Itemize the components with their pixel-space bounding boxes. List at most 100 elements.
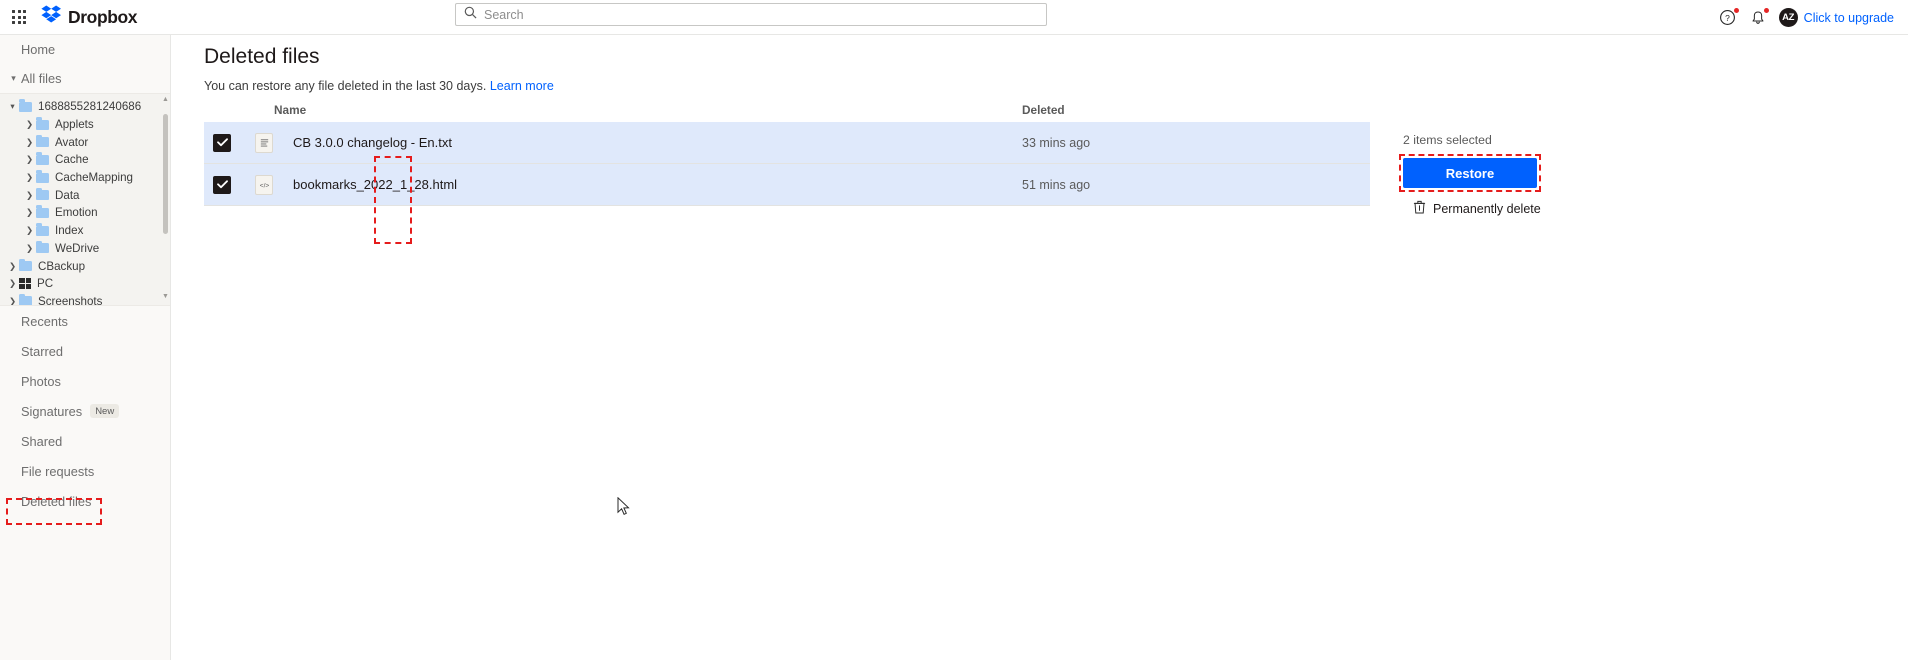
- tree-item-index[interactable]: ❯ Index: [0, 222, 170, 240]
- table-row[interactable]: CB 3.0.0 changelog - En.txt 33 mins ago: [204, 122, 1370, 164]
- dropbox-logo-link[interactable]: Dropbox: [41, 5, 138, 29]
- chevron-right-icon[interactable]: ❯: [23, 119, 36, 130]
- brand-name: Dropbox: [68, 6, 138, 27]
- folder-icon: [36, 187, 49, 201]
- tree-item-data[interactable]: ❯ Data: [0, 186, 170, 204]
- tree-item-label: Applets: [55, 118, 94, 132]
- sidebar-item-label: Shared: [21, 433, 63, 449]
- sidebar-item-home[interactable]: Home: [0, 35, 170, 64]
- tree-item-avator[interactable]: ❯ Avator: [0, 133, 170, 151]
- tree-item-cbackup[interactable]: ❯ CBackup: [0, 257, 170, 275]
- upgrade-link[interactable]: Click to upgrade: [1804, 11, 1894, 25]
- svg-text:</>: </>: [259, 182, 269, 189]
- folder-icon: [36, 240, 49, 254]
- top-header-bar: Dropbox ? AZ Click to upgrade: [0, 0, 1908, 35]
- folder-icon: [36, 152, 49, 165]
- learn-more-link[interactable]: Learn more: [490, 79, 554, 93]
- row-checkbox[interactable]: [213, 133, 231, 152]
- sidebar-item-label: Recents: [21, 313, 68, 329]
- tree-item-wedrive[interactable]: ❯ WeDrive: [0, 240, 170, 258]
- svg-text:?: ?: [1725, 13, 1730, 23]
- tree-item-label: 1688855281240686: [38, 100, 142, 114]
- deleted-timestamp: 51 mins ago: [1022, 177, 1091, 192]
- folder-icon: [36, 117, 49, 130]
- dropbox-glyph-icon: [41, 5, 62, 29]
- sidebar-item-photos[interactable]: Photos: [0, 366, 170, 396]
- sidebar-item-recents[interactable]: Recents: [0, 306, 170, 336]
- deleted-timestamp: 33 mins ago: [1022, 135, 1091, 150]
- folder-icon: [36, 223, 49, 236]
- help-circle-icon[interactable]: ?: [1713, 3, 1743, 33]
- sidebar-item-all-files[interactable]: ▾ All files: [0, 64, 170, 93]
- windows-icon: [19, 278, 31, 290]
- folder-tree: ▾ 1688855281240686 ❯ Applets ❯ Avator ❯ Cache ❯ C…: [0, 93, 170, 306]
- file-name[interactable]: CB 3.0.0 changelog - En.txt: [293, 135, 452, 150]
- scrollbar-thumb[interactable]: [163, 114, 168, 234]
- tree-item-cachemapping[interactable]: ❯ CacheMapping: [0, 169, 170, 187]
- text-file-icon: [255, 132, 273, 153]
- chevron-right-icon[interactable]: ❯: [6, 278, 19, 289]
- chevron-right-icon[interactable]: ❯: [23, 207, 36, 218]
- chevron-right-icon[interactable]: ❯: [6, 296, 19, 305]
- tree-item-screenshots[interactable]: ❯ Screenshots: [0, 293, 170, 306]
- tree-item-label: Cache: [55, 153, 89, 167]
- main-content: Deleted files You can restore any file d…: [171, 35, 1908, 660]
- column-header-name: Name: [274, 102, 307, 117]
- notification-badge-dot: [1763, 7, 1769, 13]
- sidebar-scrollbar[interactable]: ▲ ▼: [162, 96, 169, 300]
- chevron-right-icon[interactable]: ❯: [6, 261, 19, 272]
- tree-item-label: Emotion: [55, 206, 98, 220]
- chevron-right-icon[interactable]: ❯: [23, 154, 36, 165]
- tree-item-1688855281240686[interactable]: ▾ 1688855281240686: [0, 98, 170, 116]
- tree-item-applets[interactable]: ❯ Applets: [0, 116, 170, 134]
- bell-icon[interactable]: [1743, 3, 1773, 33]
- sidebar-item-shared[interactable]: Shared: [0, 426, 170, 456]
- sidebar-item-file-requests[interactable]: File requests: [0, 456, 170, 486]
- grid-apps-icon[interactable]: [9, 7, 29, 27]
- sidebar-item-label: Starred: [21, 343, 63, 359]
- restore-button[interactable]: Restore: [1403, 158, 1537, 188]
- folder-icon: [19, 293, 32, 305]
- tree-item-label: Data: [55, 188, 80, 202]
- tree-item-emotion[interactable]: ❯ Emotion: [0, 204, 170, 222]
- sidebar-item-label: All files: [21, 71, 62, 86]
- chevron-down-icon[interactable]: ▾: [6, 101, 19, 112]
- permanently-delete-label: Permanently delete: [1433, 201, 1541, 216]
- mouse-cursor: [617, 496, 630, 521]
- chevron-right-icon[interactable]: ❯: [23, 225, 36, 236]
- folder-icon: [36, 205, 49, 218]
- tree-item-label: Screenshots: [38, 294, 103, 306]
- sidebar-item-signatures[interactable]: Signatures New: [0, 396, 170, 426]
- chevron-right-icon[interactable]: ❯: [23, 137, 36, 148]
- chevron-right-icon[interactable]: ❯: [23, 243, 36, 254]
- search-bar[interactable]: [455, 3, 1047, 26]
- sidebar-item-deleted-files[interactable]: Deleted files: [0, 486, 170, 516]
- help-badge-dot: [1733, 7, 1739, 13]
- tree-item-label: Avator: [55, 135, 89, 149]
- folder-icon: [19, 258, 32, 272]
- tree-item-cache[interactable]: ❯ Cache: [0, 151, 170, 169]
- page-title: Deleted files: [204, 45, 320, 68]
- tree-item-label: CBackup: [38, 259, 86, 273]
- file-name[interactable]: bookmarks_2022_1_28.html: [293, 177, 457, 192]
- tree-item-label: Index: [55, 224, 84, 238]
- search-input[interactable]: [484, 7, 1024, 22]
- trash-icon: [1413, 200, 1426, 217]
- folder-icon: [19, 99, 32, 112]
- chevron-right-icon[interactable]: ❯: [23, 172, 36, 183]
- tree-item-pc[interactable]: ❯ PC: [0, 275, 170, 293]
- new-badge: New: [90, 404, 120, 418]
- table-row[interactable]: </> bookmarks_2022_1_28.html 51 mins ago: [204, 164, 1370, 206]
- chevron-right-icon[interactable]: ❯: [23, 190, 36, 201]
- permanently-delete-button[interactable]: Permanently delete: [1403, 200, 1578, 217]
- row-checkbox[interactable]: [213, 175, 231, 194]
- scroll-down-arrow-icon[interactable]: ▼: [162, 293, 169, 300]
- tree-item-label: WeDrive: [55, 241, 100, 255]
- avatar[interactable]: AZ: [1778, 8, 1798, 27]
- deleted-files-table: Name Deleted CB 3.0.0 changelog - En.txt…: [204, 97, 1370, 206]
- sidebar: Home ▾ All files ▾ 1688855281240686 ❯ Apple…: [0, 35, 171, 660]
- scroll-up-arrow-icon[interactable]: ▲: [162, 96, 169, 103]
- sidebar-item-starred[interactable]: Starred: [0, 336, 170, 366]
- tree-item-label: CacheMapping: [55, 171, 133, 185]
- table-header-row: Name Deleted: [204, 97, 1370, 122]
